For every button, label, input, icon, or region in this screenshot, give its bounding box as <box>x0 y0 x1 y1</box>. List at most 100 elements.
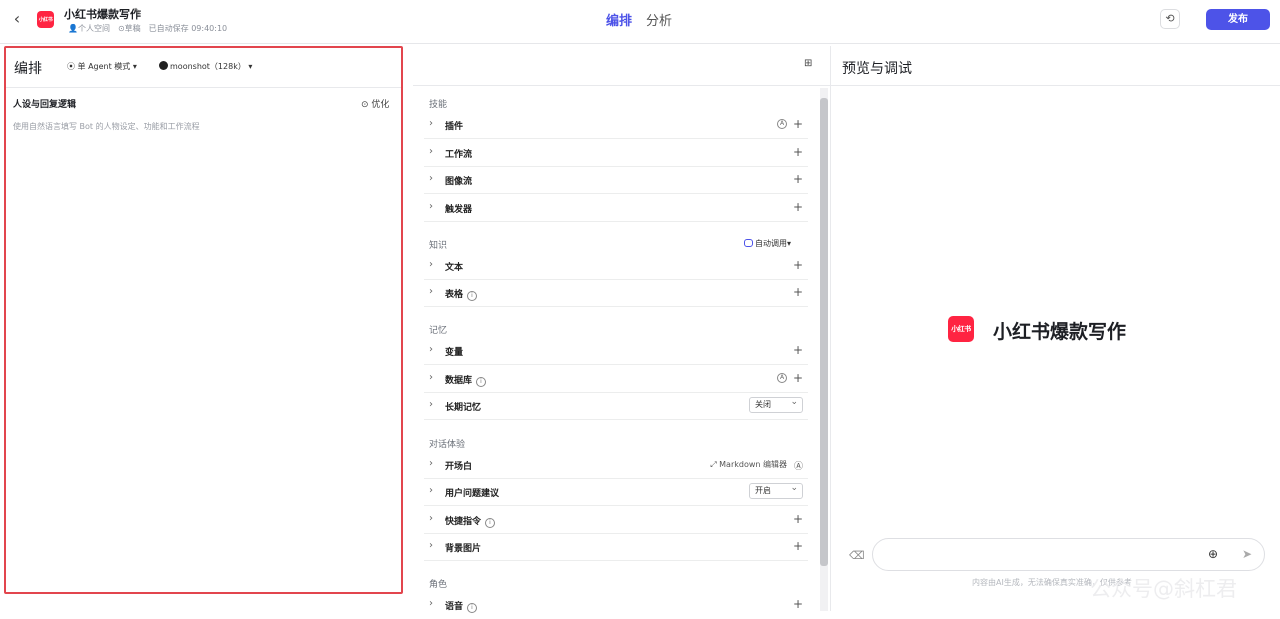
meta-saved: 已自动保存 09:40:10 <box>148 24 228 33</box>
user-icon: 👤个人空间 <box>68 24 110 33</box>
caret-down-icon: ▾ <box>787 239 792 248</box>
row-plugin[interactable]: › 插件 A + <box>424 112 808 139</box>
preview-panel: 预览与调试 小红书 小红书爆款写作 ⌫ ⊕ ➤ 内容由AI生成，无法确保真实准确… <box>830 46 1280 611</box>
info-icon[interactable]: i <box>476 377 487 387</box>
auto-icon[interactable]: A <box>777 373 787 383</box>
app-title: 小红书爆款写作 <box>64 8 141 21</box>
row-voice[interactable]: › 语音 i + <box>424 592 808 619</box>
auto-call-dropdown[interactable]: 自动调用▾ <box>744 238 791 249</box>
auto-icon[interactable]: A <box>777 119 787 129</box>
row-shortcut[interactable]: › 快捷指令 i + <box>424 507 808 534</box>
optimize-button[interactable]: ⊙ 优化 <box>361 97 389 110</box>
row-text[interactable]: › 文本 + <box>424 253 808 280</box>
row-workflow[interactable]: › 工作流 + <box>424 140 808 167</box>
row-label: 背景图片 <box>445 544 482 554</box>
chevron-right-icon: › <box>429 458 433 469</box>
row-label-wrap: 数据库 i <box>445 373 487 387</box>
row-label: 数据库 <box>445 376 473 386</box>
publish-button[interactable]: 发布 <box>1206 9 1270 30</box>
grid-icon[interactable]: ⊞ <box>804 58 812 69</box>
row-label: 文本 <box>445 263 464 273</box>
row-label: 表格 <box>445 290 464 300</box>
tab-analysis[interactable]: 分析 <box>646 10 672 29</box>
persona-panel-header: 编排 ⦿ 单 Agent 模式 ▾ moonshot（128k） ▾ <box>6 48 401 88</box>
app-meta: 👤个人空间 ⊙草稿 已自动保存 09:40:10 <box>68 23 227 34</box>
info-icon[interactable]: i <box>467 603 478 613</box>
row-table[interactable]: › 表格 i + <box>424 280 808 307</box>
edit-icon[interactable]: ✎ <box>133 7 141 18</box>
send-icon[interactable]: ➤ <box>1242 547 1252 561</box>
info-icon[interactable]: i <box>485 518 496 528</box>
row-longterm-memory[interactable]: › 长期记忆 关闭 <box>424 393 808 420</box>
preview-title: 预览与调试 <box>842 61 912 77</box>
auto-call-label: 自动调用 <box>755 239 787 248</box>
add-icon[interactable]: + <box>793 597 803 611</box>
row-label: 图像流 <box>445 177 473 187</box>
add-icon[interactable]: + <box>793 512 803 526</box>
row-variable[interactable]: › 变量 + <box>424 338 808 365</box>
watermark: 公众号@斜杠君 <box>1090 577 1237 601</box>
preview-header: 预览与调试 <box>831 46 1280 86</box>
caret-down-icon: ▾ <box>245 62 253 71</box>
add-icon[interactable]: + <box>793 539 803 553</box>
row-label: 插件 <box>445 122 464 132</box>
persona-input[interactable]: 使用自然语言填写 Bot 的人物设定、功能和工作流程 <box>13 121 200 132</box>
row-imageflow[interactable]: › 图像流 + <box>424 167 808 194</box>
row-trigger[interactable]: › 触发器 + <box>424 195 808 222</box>
chevron-right-icon: › <box>429 259 433 270</box>
section-knowledge: 知识 <box>429 241 448 251</box>
caret-down-icon: ▾ <box>130 62 137 71</box>
chevron-right-icon: › <box>429 286 433 297</box>
agent-mode-dropdown[interactable]: ⦿ 单 Agent 模式 ▾ <box>67 61 137 72</box>
add-icon[interactable]: + <box>793 145 803 159</box>
persona-panel: 编排 ⦿ 单 Agent 模式 ▾ moonshot（128k） ▾ 人设与回复… <box>4 46 403 594</box>
chevron-right-icon: › <box>429 485 433 496</box>
auto-icon[interactable]: Ⓐ <box>794 459 803 472</box>
row-label: 变量 <box>445 348 464 358</box>
chevron-left-icon[interactable]: ‹ <box>8 10 26 28</box>
row-label: 工作流 <box>445 150 473 160</box>
model-dropdown[interactable]: moonshot（128k） ▾ <box>159 61 252 72</box>
row-label-wrap: 表格 i <box>445 287 478 301</box>
chevron-right-icon: › <box>429 372 433 383</box>
longterm-memory-select[interactable]: 关闭 <box>749 395 803 413</box>
top-bar: ‹ 小红书 小红书爆款写作 ✎ 👤个人空间 ⊙草稿 已自动保存 09:40:10… <box>0 0 1280 44</box>
optimize-label: 优化 <box>371 100 390 110</box>
suggest-select[interactable]: 开启 <box>749 481 803 499</box>
chevron-right-icon: › <box>429 173 433 184</box>
add-icon[interactable]: + <box>793 258 803 272</box>
row-database[interactable]: › 数据库 i A + <box>424 366 808 393</box>
info-icon[interactable]: i <box>467 291 478 301</box>
draft-badge: ⊙草稿 <box>117 24 141 33</box>
robot-icon <box>744 239 753 247</box>
add-icon[interactable]: + <box>793 117 803 131</box>
section-role: 角色 <box>429 580 448 590</box>
row-suggest[interactable]: › 用户问题建议 开启 <box>424 479 808 506</box>
arrange-title: 编排 <box>14 61 42 77</box>
meta-status: 草稿 <box>124 24 141 33</box>
add-icon[interactable]: + <box>793 200 803 214</box>
meta-space: 个人空间 <box>77 24 110 33</box>
scrollbar-thumb[interactable] <box>820 98 828 566</box>
expand-icon: ⤢ <box>710 460 720 469</box>
tab-arrange[interactable]: 编排 <box>606 10 632 29</box>
add-icon[interactable]: + <box>793 172 803 186</box>
model-icon <box>159 61 168 70</box>
add-icon[interactable]: + <box>793 343 803 357</box>
row-label: 触发器 <box>445 205 473 215</box>
chat-input[interactable] <box>872 538 1265 571</box>
row-label: 快捷指令 <box>445 517 482 527</box>
row-label: 开场白 <box>445 462 473 472</box>
row-opening[interactable]: › 开场白 ⤢ Markdown 编辑器 Ⓐ <box>424 452 808 479</box>
add-circle-icon[interactable]: ⊕ <box>1208 547 1218 561</box>
history-icon[interactable]: ⟲ <box>1160 9 1180 29</box>
chevron-right-icon: › <box>429 146 433 157</box>
add-icon[interactable]: + <box>793 285 803 299</box>
clear-chat-icon[interactable]: ⌫ <box>849 549 865 562</box>
add-icon[interactable]: + <box>793 371 803 385</box>
section-experience: 对话体验 <box>429 440 466 450</box>
optimize-icon: ⊙ <box>361 100 372 110</box>
row-background[interactable]: › 背景图片 + <box>424 534 808 561</box>
markdown-editor-link[interactable]: ⤢ Markdown 编辑器 <box>710 459 787 470</box>
model-label: moonshot（128k） <box>170 62 246 71</box>
